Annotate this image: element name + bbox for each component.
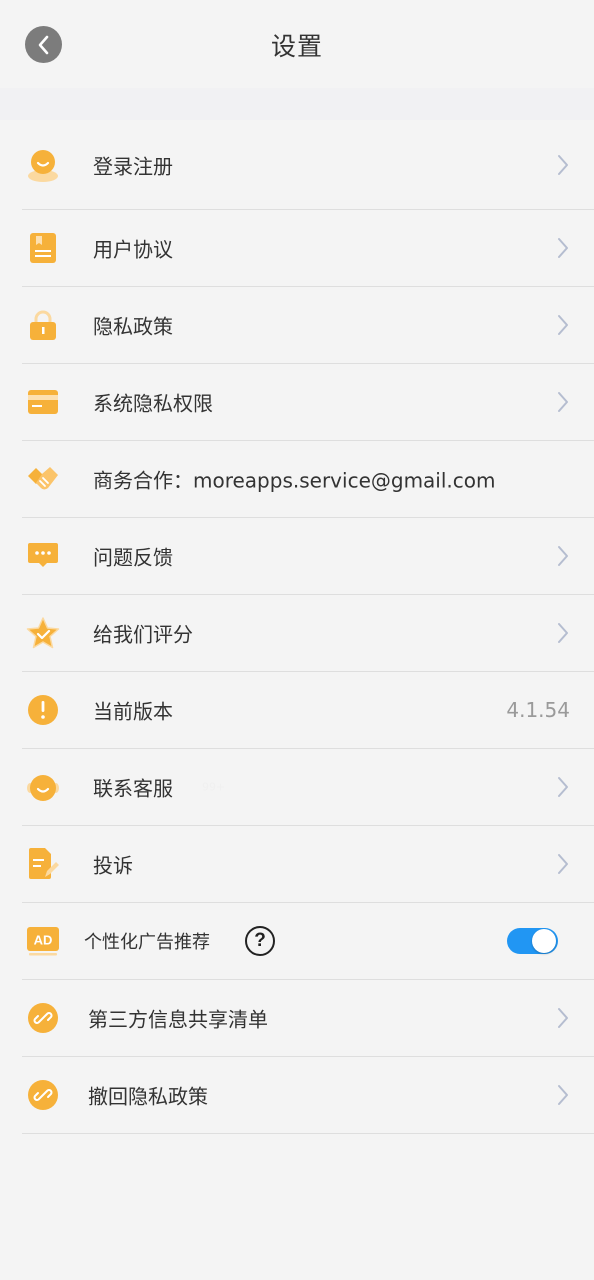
- settings-item-feedback[interactable]: 问题反馈: [22, 518, 594, 595]
- card-icon: [26, 385, 60, 419]
- settings-item-revoke-privacy[interactable]: 撤回隐私政策: [22, 1057, 594, 1134]
- chevron-right-icon: [558, 546, 568, 566]
- star-icon: [26, 616, 60, 650]
- edit-doc-icon: [26, 847, 60, 881]
- settings-item-customer-service[interactable]: 联系客服 99+: [22, 749, 594, 826]
- settings-item-privacy-policy[interactable]: 隐私政策: [22, 287, 594, 364]
- settings-item-rate-us[interactable]: 给我们评分: [22, 595, 594, 672]
- settings-item-label: 当前版本: [93, 699, 173, 724]
- handshake-icon: [26, 462, 60, 496]
- chevron-right-icon: [558, 392, 568, 412]
- settings-item-label: 撤回隐私政策: [88, 1084, 208, 1109]
- chevron-right-icon: [558, 623, 568, 643]
- link-icon: [26, 1078, 60, 1112]
- settings-item-label: 第三方信息共享清单: [88, 1007, 268, 1032]
- chevron-right-icon: [558, 154, 568, 175]
- top-bar: 设置: [0, 0, 594, 88]
- settings-item-label: 商务合作：moreapps.service@gmail.com: [93, 468, 496, 493]
- settings-item-complaint[interactable]: 投诉: [22, 826, 594, 903]
- settings-item-version: 当前版本 4.1.54: [22, 672, 594, 749]
- settings-item-label: 隐私政策: [93, 314, 173, 339]
- help-icon[interactable]: ?: [245, 926, 275, 956]
- ad-icon: AD: [26, 924, 60, 958]
- chevron-right-icon: [558, 777, 568, 797]
- link-icon: [26, 1001, 60, 1035]
- version-number: 4.1.54: [506, 698, 570, 722]
- settings-item-personalized-ads: AD 个性化广告推荐 ?: [22, 903, 594, 980]
- chevron-right-icon: [558, 315, 568, 335]
- header-divider-band: [0, 88, 594, 120]
- settings-item-label: 给我们评分: [93, 622, 193, 647]
- settings-item-business-contact: 商务合作：moreapps.service@gmail.com: [22, 441, 594, 518]
- settings-item-label: 问题反馈: [93, 545, 173, 570]
- page-title: 设置: [270, 32, 323, 61]
- lock-icon: [26, 308, 60, 342]
- user-avatar-icon: [26, 148, 60, 182]
- settings-item-label: 个性化广告推荐: [84, 932, 210, 953]
- toggle-knob: [532, 929, 556, 953]
- chevron-right-icon: [558, 1008, 568, 1028]
- settings-item-system-permissions[interactable]: 系统隐私权限: [22, 364, 594, 441]
- personalized-ads-toggle[interactable]: [507, 928, 558, 954]
- document-icon: [26, 231, 60, 265]
- settings-item-user-agreement[interactable]: 用户协议: [22, 210, 594, 287]
- settings-item-label: 用户协议: [93, 237, 173, 262]
- settings-item-label: 联系客服: [93, 776, 173, 801]
- settings-item-label: 系统隐私权限: [93, 391, 213, 416]
- settings-item-label: 登录注册: [93, 154, 173, 178]
- chevron-right-icon: [558, 238, 568, 258]
- settings-item-label: 投诉: [93, 853, 133, 878]
- settings-item-third-party-sharing[interactable]: 第三方信息共享清单: [22, 980, 594, 1057]
- chevron-right-icon: [558, 1085, 568, 1105]
- settings-item-login[interactable]: 登录注册: [22, 120, 594, 210]
- message-icon: [26, 539, 60, 573]
- info-icon: [26, 693, 60, 727]
- headset-icon: [26, 770, 60, 804]
- settings-list: 登录注册 用户协议 隐私政策 系统隐私权限 商务合作：moreapps.serv…: [0, 120, 594, 1134]
- unread-badge: 99+: [202, 780, 226, 794]
- svg-text:AD: AD: [34, 933, 53, 948]
- chevron-right-icon: [558, 854, 568, 874]
